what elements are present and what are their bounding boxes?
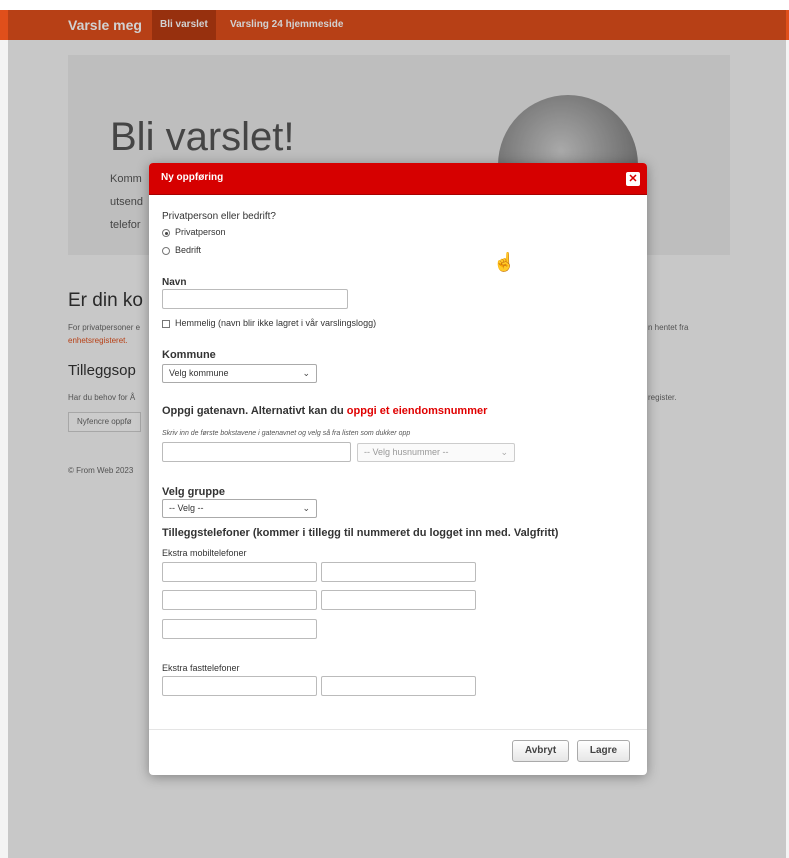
save-button[interactable]: Lagre: [577, 740, 630, 762]
property-number-link[interactable]: oppgi et eiendomsnummer: [347, 405, 488, 417]
landline-phone-input[interactable]: [321, 676, 476, 696]
secret-checkbox[interactable]: [162, 320, 170, 328]
chevron-down-icon: ⌄: [302, 503, 310, 513]
dialog-title: Ny oppføring: [161, 172, 224, 183]
group-selected-value: -- Velg --: [169, 503, 204, 513]
radio-privatperson[interactable]: [162, 229, 170, 237]
street-input[interactable]: [162, 442, 351, 462]
hand-cursor-icon: ☝: [493, 252, 516, 272]
mobile-phone-input[interactable]: [321, 562, 476, 582]
mobile-phone-input[interactable]: [162, 590, 317, 610]
municipality-select[interactable]: Velg kommune ⌄: [162, 364, 317, 383]
extra-phones-label: Tilleggstelefoner (kommer i tillegg til …: [162, 527, 559, 539]
radio-privatperson-label[interactable]: Privatperson: [175, 227, 226, 237]
cancel-button[interactable]: Avbryt: [512, 740, 569, 762]
secret-checkbox-label[interactable]: Hemmelig (navn blir ikke lagret i vår va…: [175, 318, 376, 328]
dialog-header: Ny oppføring ✕: [149, 163, 647, 195]
name-input[interactable]: [162, 289, 348, 309]
mobile-phone-input[interactable]: [321, 590, 476, 610]
chevron-down-icon: ⌄: [302, 368, 310, 378]
radio-bedrift-label[interactable]: Bedrift: [175, 245, 201, 255]
group-select[interactable]: -- Velg -- ⌄: [162, 499, 317, 518]
house-number-select[interactable]: -- Velg husnummer -- ⌄: [357, 443, 515, 462]
street-hint: Skriv inn de første bokstavene i gatenav…: [162, 430, 411, 437]
close-icon[interactable]: ✕: [626, 172, 640, 186]
landline-phone-input[interactable]: [162, 676, 317, 696]
group-label: Velg gruppe: [162, 486, 225, 498]
street-label: Oppgi gatenavn. Alternativt kan du oppgi…: [162, 405, 488, 417]
new-entry-dialog: Ny oppføring ✕ Privatperson eller bedrif…: [149, 163, 647, 775]
house-number-selected-value: -- Velg husnummer --: [364, 447, 449, 457]
municipality-label: Kommune: [162, 349, 216, 361]
mobile-phones-label: Ekstra mobiltelefoner: [162, 548, 247, 558]
landline-phones-label: Ekstra fasttelefoner: [162, 663, 240, 673]
footer-divider: [149, 729, 647, 730]
type-question-label: Privatperson eller bedrift?: [162, 211, 276, 222]
mobile-phone-input[interactable]: [162, 562, 317, 582]
name-label: Navn: [162, 277, 187, 288]
chevron-down-icon: ⌄: [500, 447, 508, 457]
top-strip: [0, 0, 789, 10]
radio-bedrift[interactable]: [162, 247, 170, 255]
mobile-phone-input[interactable]: [162, 619, 317, 639]
municipality-selected-value: Velg kommune: [169, 368, 229, 378]
